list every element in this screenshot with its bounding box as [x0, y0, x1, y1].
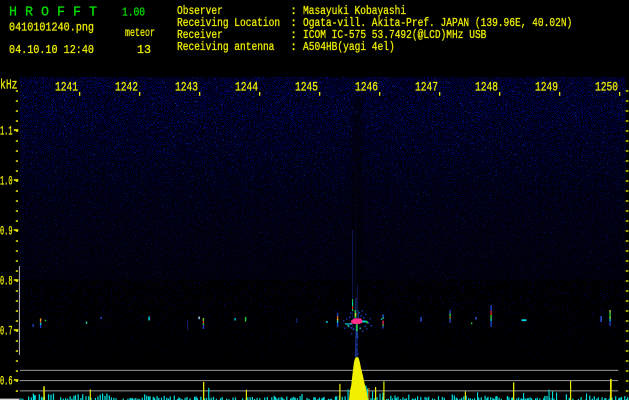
svg-text:0.8: 0.8: [0, 274, 13, 289]
svg-text:meteor: meteor: [125, 26, 155, 40]
svg-text:1249: 1249: [535, 80, 558, 95]
svg-text:H R O F F T: H R O F F T: [9, 5, 97, 21]
svg-text:0410101240.png: 0410101240.png: [9, 21, 94, 35]
svg-text:1.00: 1.00: [122, 6, 145, 20]
svg-text::: :: [290, 40, 297, 54]
svg-text:0.7: 0.7: [0, 324, 13, 339]
svg-text:1244: 1244: [235, 80, 258, 95]
svg-text:0.6: 0.6: [0, 374, 13, 389]
svg-text:0.9: 0.9: [0, 224, 13, 239]
svg-text:1250: 1250: [595, 80, 618, 95]
svg-text:1242: 1242: [115, 80, 138, 95]
svg-text:1243: 1243: [175, 80, 198, 95]
svg-text:1247: 1247: [415, 80, 438, 95]
svg-text:1245: 1245: [295, 80, 318, 95]
svg-text:1.0: 1.0: [0, 174, 13, 189]
svg-text:1.1: 1.1: [0, 124, 13, 139]
svg-text:A504HB(yagi 4el): A504HB(yagi 4el): [303, 40, 395, 54]
svg-text:1241: 1241: [55, 80, 78, 95]
svg-text:04.10.10 12:40: 04.10.10 12:40: [9, 43, 94, 57]
svg-text:Receiving antenna: Receiving antenna: [177, 40, 274, 54]
svg-text:13: 13: [137, 43, 151, 57]
svg-text:1248: 1248: [475, 80, 498, 95]
svg-text:1246: 1246: [355, 80, 378, 95]
svg-text:kHz: kHz: [0, 78, 18, 94]
